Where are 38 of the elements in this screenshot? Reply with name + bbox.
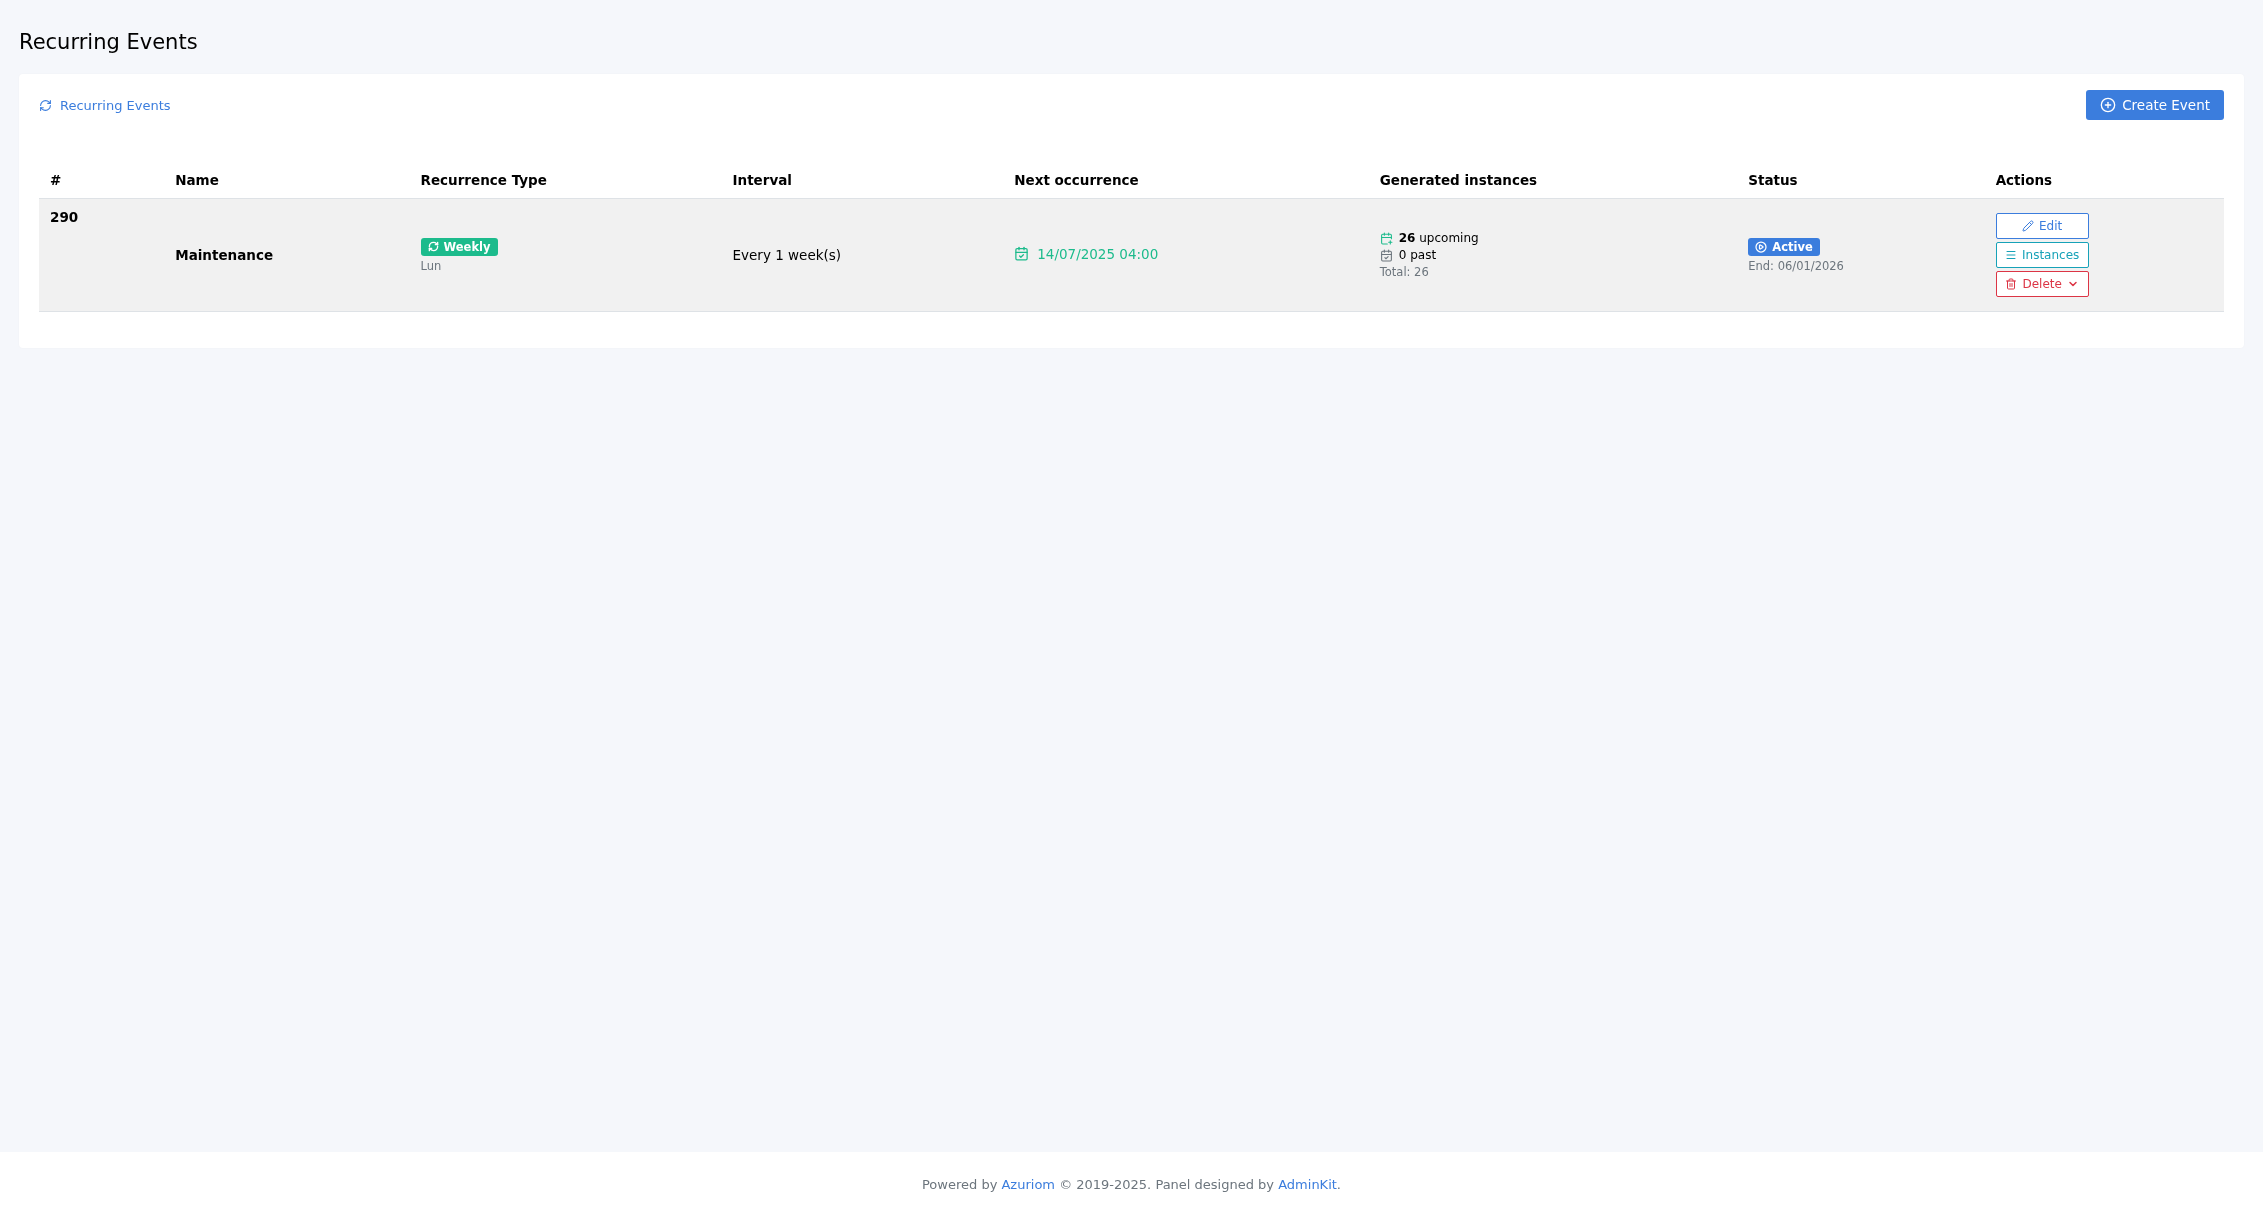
pencil-icon bbox=[2022, 220, 2034, 232]
calendar-check-icon bbox=[1379, 248, 1393, 262]
event-id: 290 bbox=[50, 209, 79, 225]
plus-circle-icon bbox=[2100, 97, 2117, 113]
play-icon bbox=[1755, 240, 1768, 253]
recurrence-label: Weekly bbox=[443, 239, 491, 254]
create-event-button[interactable]: Create Event bbox=[2086, 90, 2224, 120]
instances-button[interactable]: Instances bbox=[1995, 242, 2089, 268]
next-occurrence: 14/07/2025 04:00 bbox=[1037, 245, 1159, 262]
column-header: Name bbox=[164, 162, 410, 199]
list-icon bbox=[2005, 249, 2017, 261]
column-header: Generated instances bbox=[1368, 162, 1738, 199]
page-title: Recurring Events bbox=[19, 30, 198, 54]
total-count: Total: 26 bbox=[1379, 265, 1429, 279]
recurrence-days: Lun bbox=[420, 258, 442, 273]
interval-text: Every 1 week(s) bbox=[732, 247, 842, 263]
footer-link[interactable]: Azuriom bbox=[1001, 1176, 1055, 1192]
refresh-icon bbox=[427, 241, 439, 252]
footer-text: Powered by Azuriom © 2019-2025. Panel designed by AdminKit. bbox=[922, 1176, 1341, 1192]
past-count: 0 past bbox=[1398, 248, 1437, 262]
trash-icon bbox=[2005, 278, 2018, 290]
column-header: # bbox=[39, 162, 165, 199]
calendar-check-icon bbox=[1014, 246, 1030, 262]
edit-button[interactable]: Edit bbox=[1995, 213, 2089, 239]
column-header: Actions bbox=[1984, 162, 2224, 199]
column-header: Status bbox=[1737, 162, 1985, 199]
status-label: Active bbox=[1772, 239, 1813, 254]
column-header: Next occurrence bbox=[1003, 162, 1369, 199]
column-header: Recurrence Type bbox=[409, 162, 722, 199]
end-date: End: 06/01/2026 bbox=[1748, 258, 1844, 273]
event-name: Maintenance bbox=[175, 247, 274, 263]
refresh-icon bbox=[39, 98, 52, 112]
footer-link[interactable]: AdminKit bbox=[1278, 1176, 1337, 1192]
delete-button[interactable]: Delete bbox=[1995, 271, 2089, 297]
breadcrumb-link[interactable]: Recurring Events bbox=[39, 97, 171, 113]
column-header: Interval bbox=[721, 162, 1004, 199]
upcoming-count: 26 upcoming bbox=[1398, 231, 1479, 245]
calendar-plus-icon bbox=[1379, 231, 1393, 245]
